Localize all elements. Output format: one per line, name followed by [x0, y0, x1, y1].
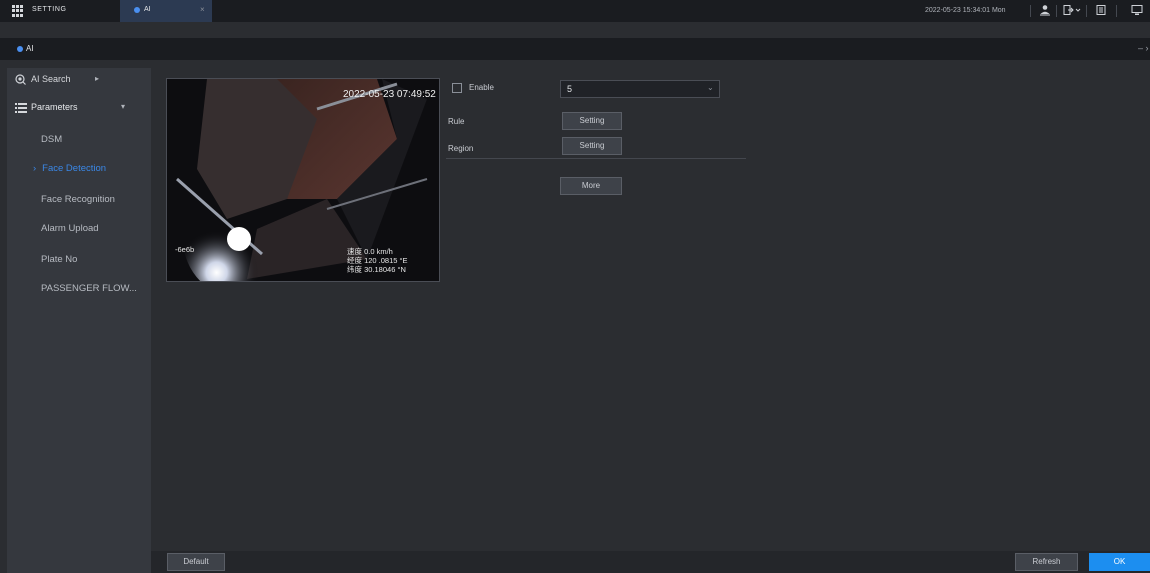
list-menu-icon[interactable] [1094, 4, 1108, 18]
sidebar: AI Search ▸ Parameters ▾ DSM › Face Detec… [7, 68, 151, 573]
logout-icon[interactable] [1062, 4, 1082, 18]
close-tab-icon[interactable]: × [200, 5, 205, 14]
list-icon [15, 103, 27, 113]
sidebar-item-alarm-upload[interactable]: Alarm Upload [41, 223, 99, 234]
channel-select[interactable]: 5 ⌄ [560, 80, 720, 98]
region-setting-button[interactable]: Setting [562, 137, 622, 155]
preview-overlay-line: 经度 120 .0815 °E [347, 256, 408, 265]
chevron-down-icon: ▾ [121, 102, 126, 111]
sidebar-item-face-detection[interactable]: › Face Detection [33, 163, 106, 174]
sidebar-item-passenger-flow[interactable]: PASSENGER FLOW... [41, 283, 137, 294]
channel-select-value: 5 [567, 84, 573, 94]
preview-overlay-left: -6e6b [175, 245, 195, 254]
default-button[interactable]: Default [167, 553, 225, 571]
ok-button[interactable]: OK [1089, 553, 1150, 571]
section-divider [446, 158, 746, 159]
enable-label: Enable [469, 83, 494, 92]
refresh-button[interactable]: Refresh [1015, 553, 1078, 571]
ai-search-icon [15, 74, 26, 85]
toolbar-divider [1086, 5, 1087, 17]
footer-bar [151, 551, 1150, 573]
top-bar: SETTING AI × 2022-05-23 15:34:01 Mon [0, 0, 1150, 22]
camera-preview[interactable]: 2022-05-23 07:49:52 -6e6b 速度 0.0 km/h 经度… [166, 78, 440, 282]
more-button[interactable]: More [560, 177, 622, 195]
sidebar-item-dsm[interactable]: DSM [41, 134, 62, 145]
chevron-right-icon: › [33, 163, 37, 174]
chevron-right-icon: ▸ [95, 74, 100, 83]
region-label: Region [448, 144, 474, 153]
sidebar-item-face-recognition[interactable]: Face Recognition [41, 194, 115, 205]
sidebar-item-label: AI Search [31, 74, 71, 84]
sidebar-item-plate-no[interactable]: Plate No [41, 254, 77, 265]
tab-setting[interactable]: SETTING [32, 6, 67, 13]
toolbar-divider [1116, 5, 1117, 17]
preview-overlay-line: 速度 0.0 km/h [347, 247, 393, 256]
rule-label: Rule [448, 117, 465, 126]
sidebar-item-parameters[interactable]: Parameters ▾ [7, 98, 151, 118]
display-icon[interactable] [1130, 4, 1144, 18]
ai-module-dot-icon [17, 46, 23, 52]
rule-setting-button[interactable]: Setting [562, 112, 622, 130]
enable-checkbox[interactable] [452, 83, 462, 93]
ai-tab-dot-icon [134, 7, 140, 13]
toolbar-divider [1056, 5, 1057, 17]
tab-ai-label: AI [144, 6, 151, 13]
main-menu-grid-icon[interactable] [12, 5, 24, 17]
sidebar-item-ai-search[interactable]: AI Search ▸ [7, 70, 151, 90]
user-icon[interactable] [1038, 4, 1052, 18]
preview-gps-overlay: 速度 0.0 km/h 经度 120 .0815 °E 纬度 30.18046 … [347, 247, 408, 274]
preview-timestamp: 2022-05-23 07:49:52 [343, 89, 436, 100]
tab-ai[interactable]: AI × [120, 0, 212, 22]
sidebar-item-label: Face Detection [42, 163, 107, 174]
chevron-down-icon: ⌄ [707, 83, 714, 92]
module-header: AI – › [0, 38, 1150, 60]
system-clock: 2022-05-23 15:34:01 Mon [925, 7, 1006, 14]
toolbar-divider [1030, 5, 1031, 17]
sidebar-item-label: Parameters [31, 102, 78, 112]
preview-overlay-line: 纬度 30.18046 °N [347, 265, 406, 274]
minimize-icon[interactable]: – › [1138, 43, 1149, 53]
module-title: AI [26, 44, 34, 53]
